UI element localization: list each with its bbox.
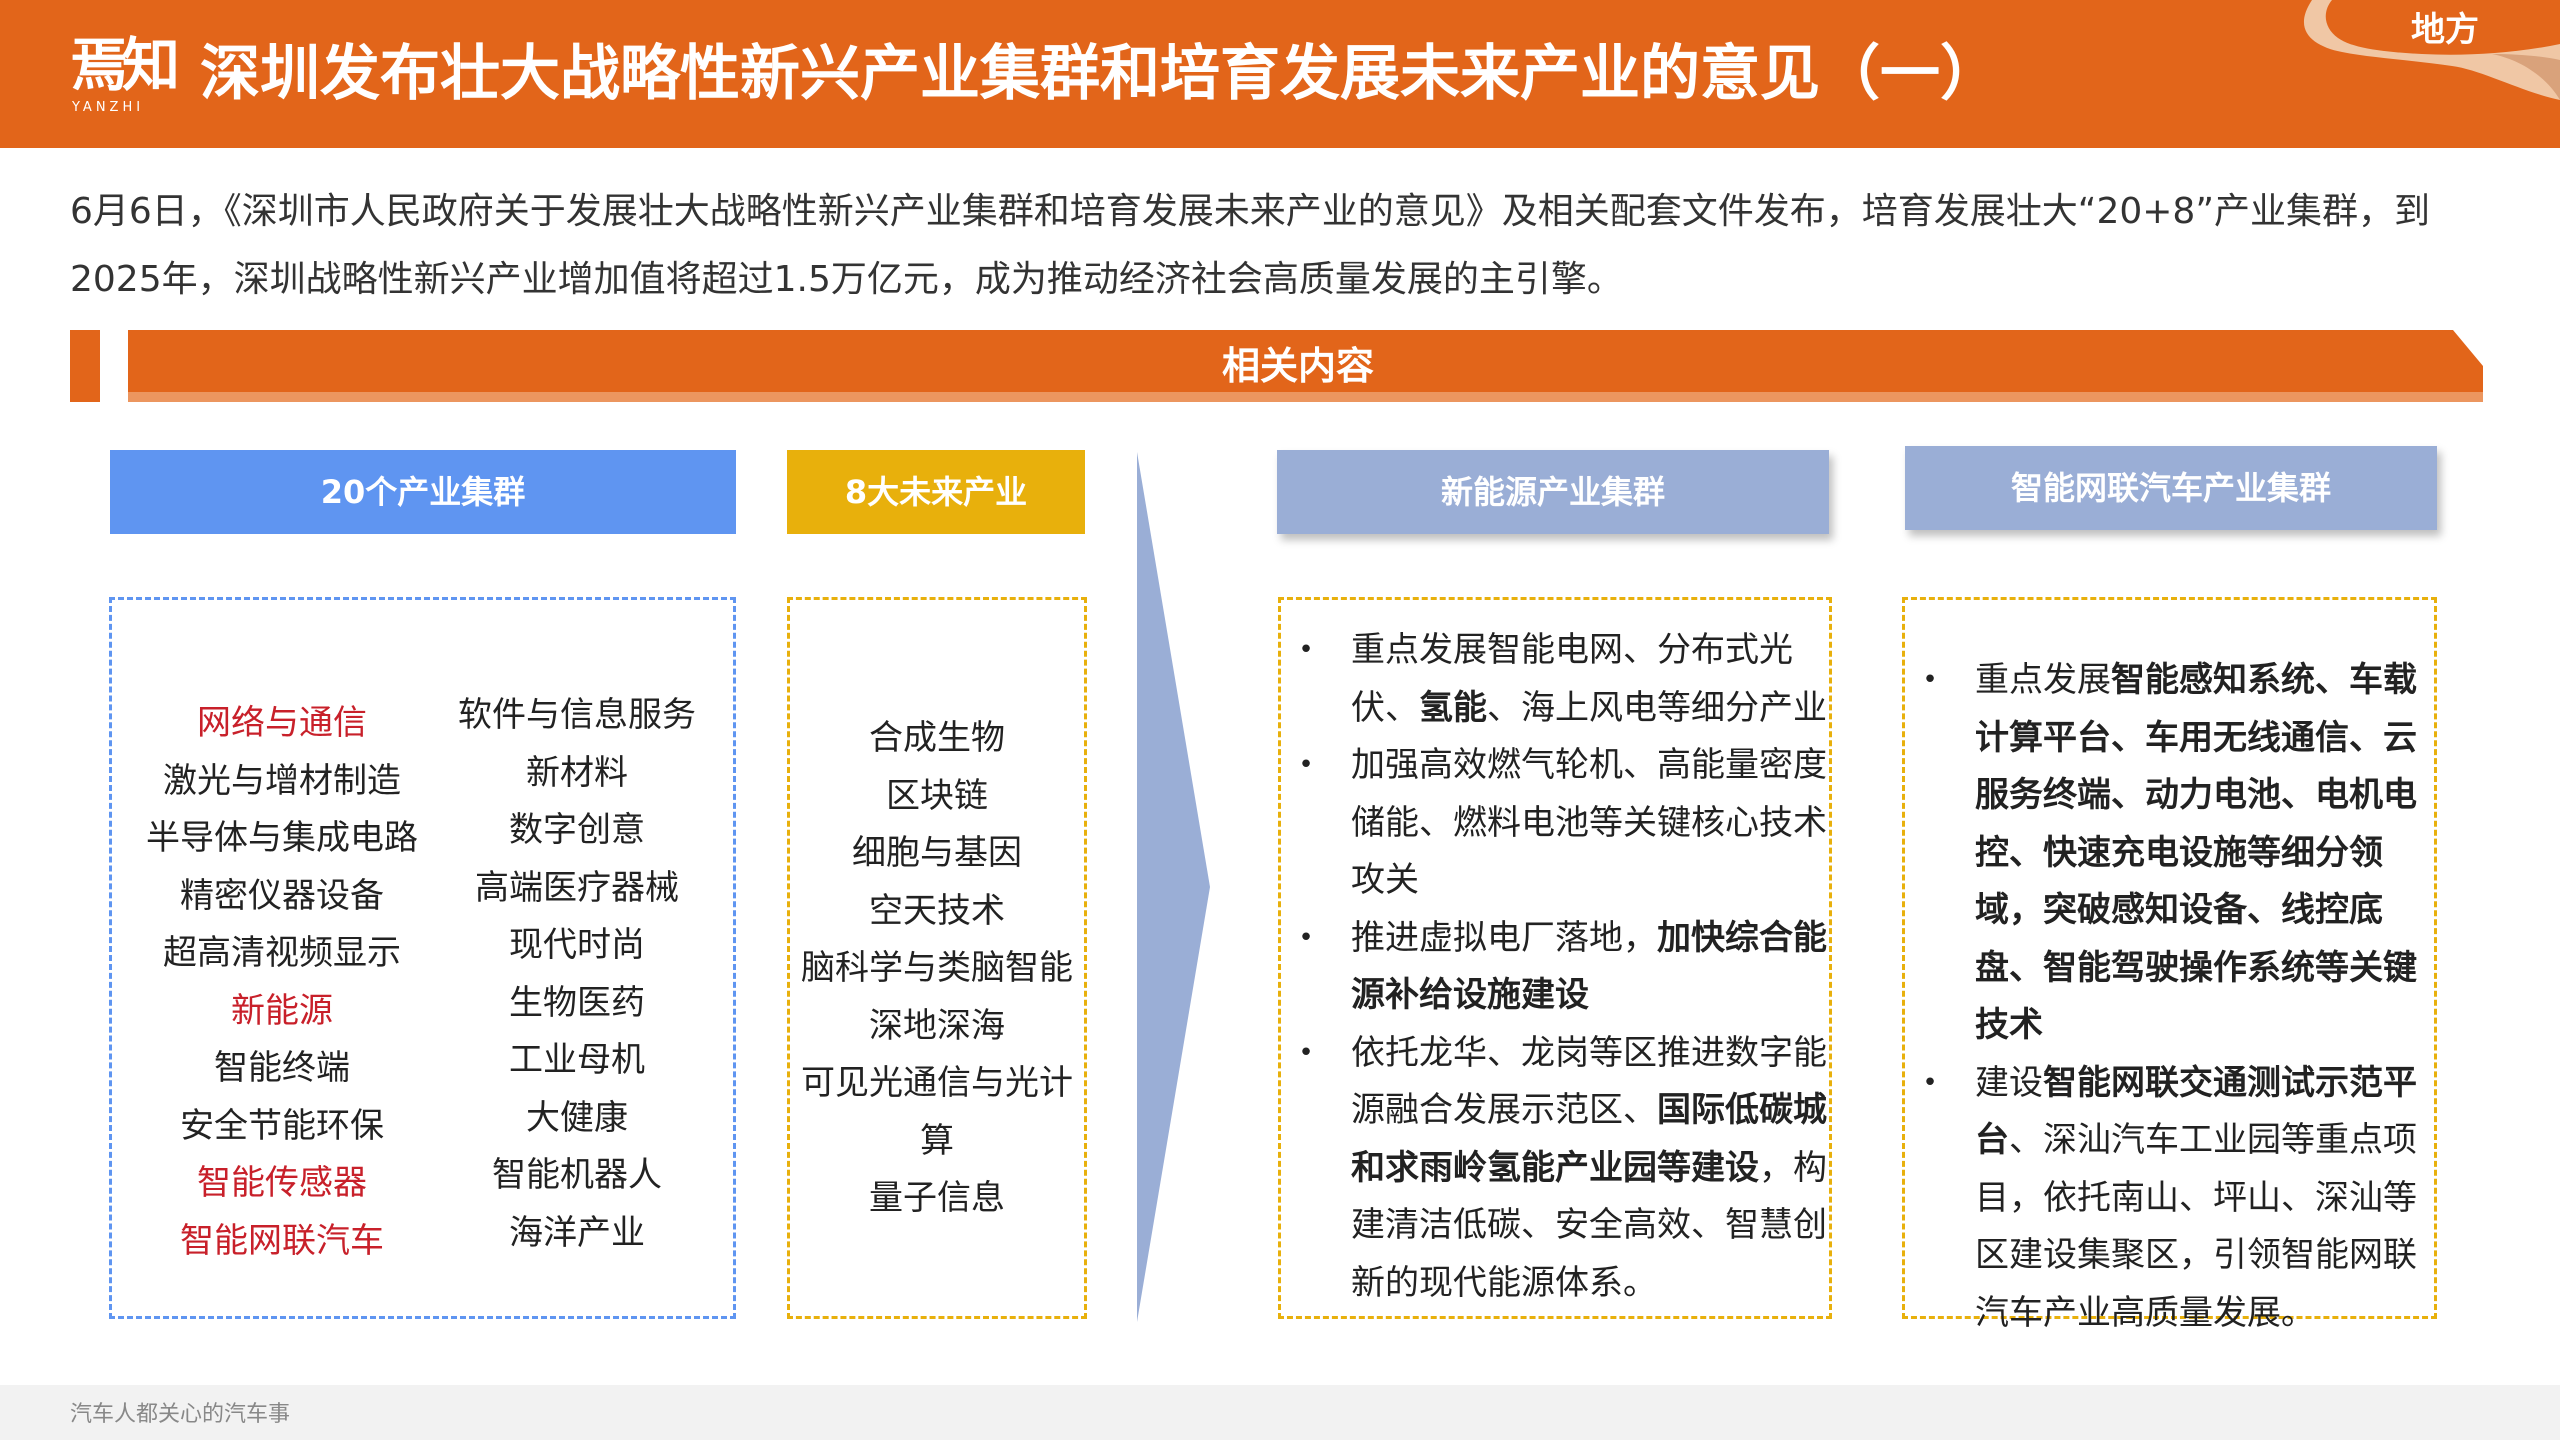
intro-paragraph: 6月6日，《深圳市人民政府关于发展壮大战略性新兴产业集群和培育发展未来产业的意见… bbox=[70, 191, 2430, 300]
future-industry-item: 合成生物 bbox=[869, 718, 1005, 758]
logo-english: YANZHI bbox=[72, 100, 145, 115]
text-run: 加强高效燃气轮机、高能量密度储能、燃料电池等关键核心技术攻关 bbox=[1351, 745, 1827, 900]
future-industry-item: 空天技术 bbox=[869, 890, 1005, 931]
new-energy-bullet-item: • 推进虚拟电厂落地，加快综合能源补给设施建设 bbox=[1281, 910, 1831, 1025]
bold-run: 氢能 bbox=[1419, 687, 1487, 728]
bullet-text: 建设智能网联交通测试示范平台、深汕汽车工业园等重点项目，依托南山、坪山、深汕等区… bbox=[1975, 1055, 2425, 1343]
footer-bar bbox=[0, 1385, 2560, 1440]
future-industry-item: 深地深海 bbox=[869, 1005, 1005, 1046]
cluster-item: 现代时尚 bbox=[509, 925, 645, 965]
region-tag: 地方 bbox=[2411, 10, 2479, 50]
new-energy-bullet-item: • 依托龙华、龙岗等区推进数字能源融合发展示范区、国际低碳城和求雨岭氢能产业园等建… bbox=[1281, 1025, 1831, 1313]
page-title: 深圳发布壮大战略性新兴产业集群和培育发展未来产业的意见（一） bbox=[200, 39, 2000, 109]
bullet-text: 推进虚拟电厂落地，加快综合能源补给设施建设 bbox=[1351, 910, 1831, 1025]
flow-arrow bbox=[1137, 452, 1210, 1322]
cluster-item: 网络与通信 bbox=[197, 703, 367, 743]
brand-logo: 焉知 YANZHI bbox=[70, 30, 180, 120]
icv-bullet-item: • 建设智能网联交通测试示范平台、深汕汽车工业园等重点项目，依托南山、坪山、深汕等… bbox=[1905, 1055, 2425, 1343]
cluster-item: 工业母机 bbox=[509, 1040, 645, 1080]
future-industry-item: 区块链 bbox=[886, 775, 988, 816]
bullet-dot: • bbox=[1298, 635, 1314, 665]
cluster-item: 生物医药 bbox=[509, 982, 645, 1023]
clusters-header: 20个产业集群 bbox=[110, 450, 736, 534]
bullet-dot: • bbox=[1298, 922, 1314, 953]
icv-panel: • 重点发展智能感知系统、车载计算平台、车用无线通信、云服务终端、动力电池、电机电… bbox=[1902, 597, 2437, 1333]
section-marker bbox=[70, 330, 100, 402]
future-industry-item: 可见光通信与光计算 bbox=[801, 1063, 1073, 1161]
cluster-item: 半导体与集成电路 bbox=[146, 818, 418, 858]
icv-bullets: • 重点发展智能感知系统、车载计算平台、车用无线通信、云服务终端、动力电池、电机电… bbox=[1905, 652, 2425, 1342]
new-energy-bullets: • 重点发展智能电网、分布式光伏、氢能、海上风电等细分产业 • 加强高效燃气轮机、高能… bbox=[1281, 622, 1831, 1312]
bullet-text: 重点发展智能感知系统、车载计算平台、车用无线通信、云服务终端、动力电池、电机电控… bbox=[1975, 652, 2425, 1055]
bullet-text: 依托龙华、龙岗等区推进数字能源融合发展示范区、国际低碳城和求雨岭氢能产业园等建设… bbox=[1351, 1025, 1831, 1313]
cluster-item: 软件与信息服务 bbox=[458, 695, 696, 735]
new-energy-bullet-item: • 重点发展智能电网、分布式光伏、氢能、海上风电等细分产业 bbox=[1281, 622, 1831, 737]
cluster-item: 智能传感器 bbox=[197, 1163, 367, 1203]
clusters-panel: 网络与通信 激光与增材制造 半导体与集成电路 精密仪器设备 超高清视频显示 新能… bbox=[109, 597, 736, 1319]
cluster-item: 超高清视频显示 bbox=[163, 933, 401, 973]
bold-run: 智能感知系统、车载计算平台、车用无线通信、云服务终端、动力电池、电机电控、快速充… bbox=[1975, 660, 2417, 1045]
footer-slogan: 汽车人都关心的汽车事 bbox=[70, 1402, 291, 1427]
future-industry-item: 脑科学与类脑智能 bbox=[801, 948, 1073, 988]
bullet-text: 重点发展智能电网、分布式光伏、氢能、海上风电等细分产业 bbox=[1351, 622, 1831, 737]
cluster-item: 数字创意 bbox=[509, 810, 645, 850]
cluster-item: 新能源 bbox=[231, 990, 333, 1031]
clusters-column-right: 软件与信息服务 新材料 数字创意 高端医疗器械 现代时尚 生物医药 工业母机 大… bbox=[432, 687, 722, 1262]
new-energy-header: 新能源产业集群 bbox=[1277, 450, 1829, 534]
bullet-dot: • bbox=[1922, 1067, 1938, 1098]
logo-chinese: 焉知 bbox=[70, 31, 180, 99]
text-run: 建设 bbox=[1975, 1062, 2043, 1103]
text-run: 、深汕汽车工业园等重点项目，依托南山、坪山、深汕等区建设集聚区，引领智能网联汽车… bbox=[1975, 1120, 2417, 1333]
future-industries-header: 8大未来产业 bbox=[787, 450, 1085, 534]
bullet-text: 加强高效燃气轮机、高能量密度储能、燃料电池等关键核心技术攻关 bbox=[1351, 737, 1831, 910]
cluster-item: 精密仪器设备 bbox=[180, 875, 384, 916]
cluster-item: 智能终端 bbox=[214, 1048, 350, 1088]
text-run: 推进虚拟电厂落地， bbox=[1351, 917, 1657, 958]
icv-header: 智能网联汽车产业集群 bbox=[1905, 446, 2437, 530]
future-industry-item: 细胞与基因 bbox=[852, 833, 1022, 873]
cluster-item: 激光与增材制造 bbox=[163, 760, 401, 801]
new-energy-panel: • 重点发展智能电网、分布式光伏、氢能、海上风电等细分产业 • 加强高效燃气轮机、高能… bbox=[1278, 597, 1832, 1319]
cluster-item: 智能机器人 bbox=[492, 1155, 662, 1195]
bullet-dot: • bbox=[1922, 665, 1938, 695]
clusters-column-left: 网络与通信 激光与增材制造 半导体与集成电路 精密仪器设备 超高清视频显示 新能… bbox=[137, 695, 427, 1270]
cluster-item: 新材料 bbox=[526, 752, 628, 793]
cluster-item: 海洋产业 bbox=[509, 1212, 645, 1253]
future-industries-list: 合成生物 区块链 细胞与基因 空天技术 脑科学与类脑智能 深地深海 可见光通信与… bbox=[800, 710, 1074, 1228]
bullet-dot: • bbox=[1298, 1037, 1314, 1068]
cluster-item: 安全节能环保 bbox=[180, 1105, 384, 1146]
cluster-item: 智能网联汽车 bbox=[180, 1220, 384, 1261]
icv-bullet-item: • 重点发展智能感知系统、车载计算平台、车用无线通信、云服务终端、动力电池、电机电… bbox=[1905, 652, 2425, 1055]
new-energy-bullet-item: • 加强高效燃气轮机、高能量密度储能、燃料电池等关键核心技术攻关 bbox=[1281, 737, 1831, 910]
future-industry-item: 量子信息 bbox=[869, 1178, 1005, 1218]
future-industries-panel: 合成生物 区块链 细胞与基因 空天技术 脑科学与类脑智能 深地深海 可见光通信与… bbox=[787, 597, 1087, 1319]
cluster-item: 高端医疗器械 bbox=[475, 867, 679, 908]
section-title: 相关内容 bbox=[1221, 344, 1374, 388]
text-run: 重点发展 bbox=[1975, 660, 2111, 700]
cluster-item: 大健康 bbox=[526, 1097, 628, 1138]
text-run: 、海上风电等细分产业 bbox=[1487, 687, 1827, 728]
bullet-dot: • bbox=[1298, 750, 1314, 780]
